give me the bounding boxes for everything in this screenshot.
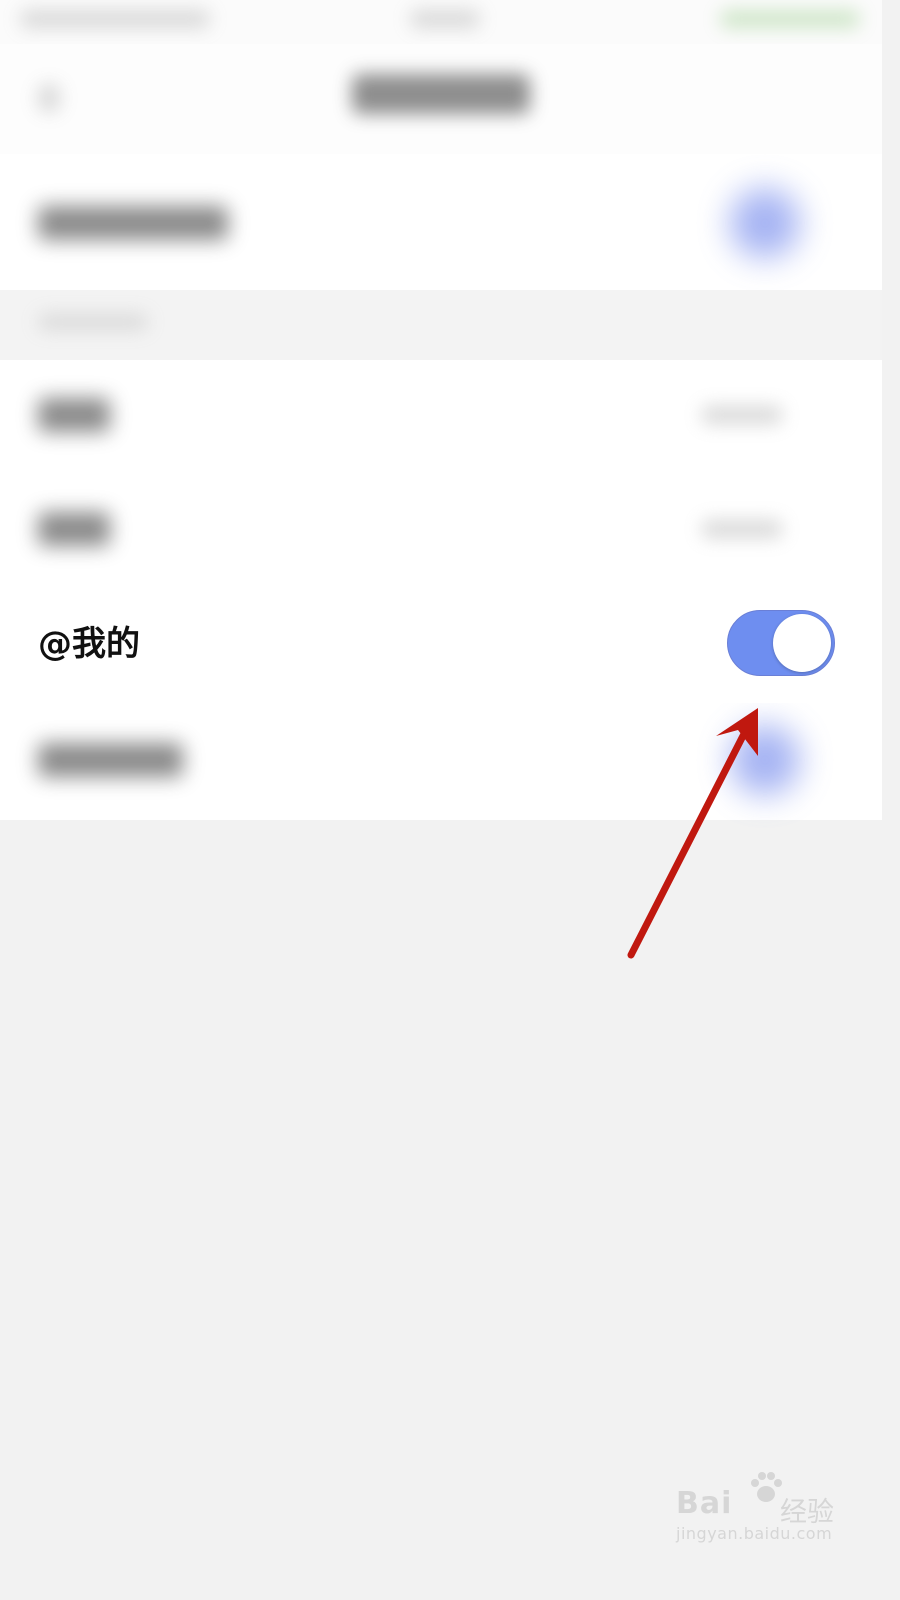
status-time xyxy=(410,10,480,28)
row-label-blurred xyxy=(38,512,110,546)
nav-bar xyxy=(0,44,882,154)
watermark: Bai 经验 jingyan.baidu.com xyxy=(676,1472,866,1556)
status-carrier xyxy=(20,10,210,28)
row-label-blurred xyxy=(38,206,228,240)
toggle-blurred[interactable] xyxy=(730,725,800,795)
row-label-blurred xyxy=(38,743,183,777)
row-value-blurred xyxy=(702,406,782,424)
settings-row[interactable] xyxy=(0,360,882,470)
section-header-text xyxy=(38,314,148,330)
section-header xyxy=(0,290,882,360)
toggle-blurred[interactable] xyxy=(730,188,800,258)
toggle-knob[interactable] xyxy=(773,614,831,672)
row-label-blurred xyxy=(38,398,110,432)
nav-title xyxy=(352,74,530,114)
settings-row[interactable] xyxy=(0,470,882,585)
mentions-toggle[interactable] xyxy=(727,610,835,676)
status-bar xyxy=(0,0,882,44)
watermark-brand: Bai xyxy=(676,1486,733,1521)
back-icon[interactable] xyxy=(38,84,60,112)
row-value-blurred xyxy=(702,520,782,538)
mentions-label: @我的 xyxy=(38,624,140,664)
settings-row-top[interactable] xyxy=(0,154,882,290)
status-battery xyxy=(720,10,860,28)
watermark-url: jingyan.baidu.com xyxy=(676,1524,833,1543)
paw-icon xyxy=(751,1472,782,1502)
settings-row[interactable] xyxy=(0,705,882,820)
